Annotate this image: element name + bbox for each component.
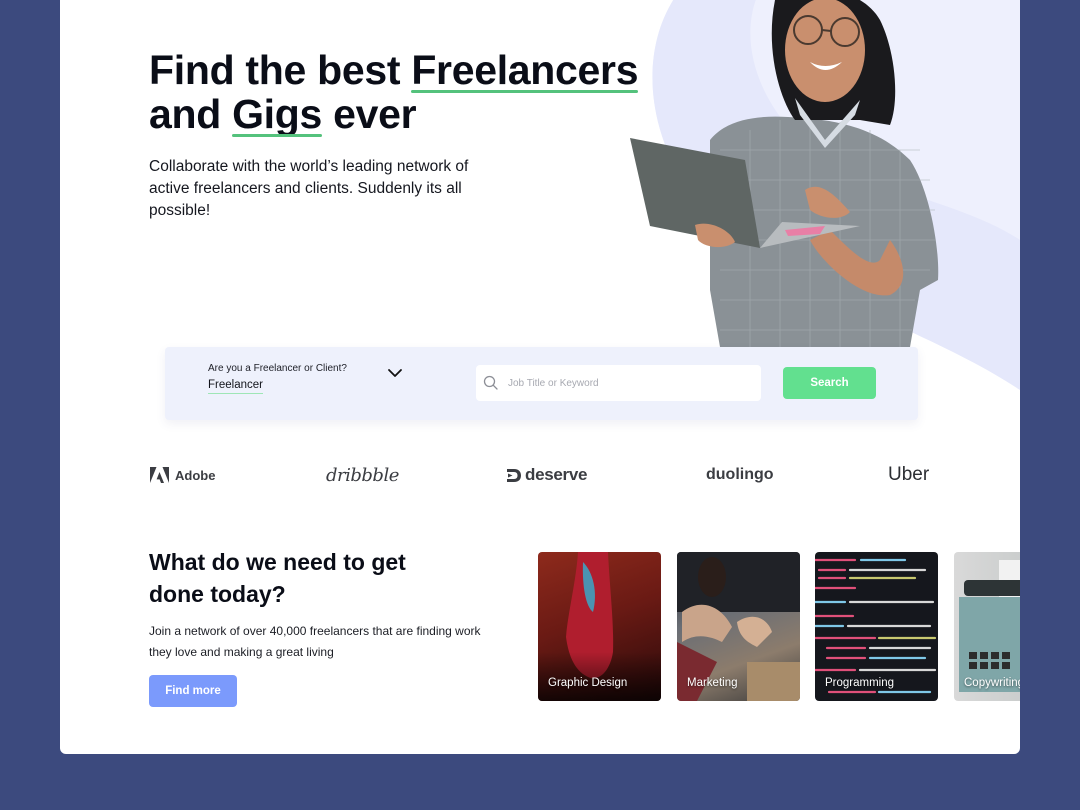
- search-input[interactable]: [508, 365, 753, 401]
- category-card-marketing[interactable]: Marketing: [677, 552, 800, 701]
- categories-title: What do we need to get done today?: [149, 549, 406, 607]
- chevron-down-icon[interactable]: [387, 367, 403, 379]
- category-card-label: Programming: [825, 677, 895, 689]
- adobe-logo-icon: [150, 467, 169, 483]
- logo-dribbble: dribbble: [326, 460, 399, 490]
- hero-person-image: [630, 0, 939, 347]
- category-card-label: Marketing: [687, 677, 738, 689]
- dribbble-wordmark: dribbble: [326, 464, 399, 486]
- logo-adobe-text: Adobe: [175, 467, 216, 483]
- category-card-label: Copywriting: [964, 677, 1020, 689]
- hero-title-highlight-gigs: Gigs: [232, 91, 323, 137]
- logo-duolingo: duolingo: [706, 460, 774, 490]
- deserve-logo-icon: [507, 468, 521, 482]
- uber-wordmark: Uber: [888, 464, 930, 485]
- find-more-button[interactable]: Find more: [149, 675, 237, 707]
- search-panel: Are you a Freelancer or Client? Freelanc…: [165, 347, 918, 420]
- hero-title-text: and: [149, 91, 233, 137]
- categories-subtitle: Join a network of over 40,000 freelancer…: [149, 624, 481, 659]
- search-button[interactable]: Search: [783, 367, 876, 399]
- hero-subtitle: Collaborate with the world’s leading net…: [149, 158, 469, 219]
- category-card-copywriting[interactable]: Copywriting: [954, 552, 1020, 701]
- logo-uber: Uber: [888, 460, 929, 490]
- category-card-programming[interactable]: Programming: [815, 552, 938, 701]
- search-icon: [483, 375, 498, 390]
- role-select-value[interactable]: Freelancer: [208, 379, 263, 394]
- duolingo-wordmark: duolingo: [706, 466, 774, 483]
- partner-logos: Adobe dribbble deserve duolingo Uber: [60, 460, 1020, 490]
- landing-page: Find the best Freelancers and Gigs ever …: [60, 0, 1020, 754]
- logo-deserve-text: deserve: [525, 465, 588, 484]
- logo-deserve: deserve: [506, 460, 587, 490]
- logo-adobe: Adobe: [150, 460, 215, 490]
- hero-title-text: Find the best: [149, 47, 412, 93]
- search-field[interactable]: [476, 365, 761, 401]
- category-card-graphic-design[interactable]: Graphic Design: [538, 552, 661, 701]
- role-select-label: Are you a Freelancer or Client?: [208, 363, 347, 374]
- category-card-label: Graphic Design: [548, 677, 628, 689]
- hero-title-text: ever: [322, 91, 417, 137]
